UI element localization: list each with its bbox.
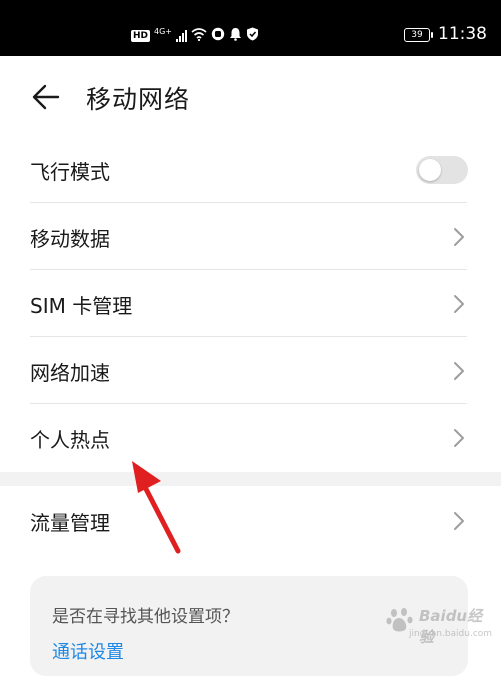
- settings-list: 飞行模式 移动数据 SIM 卡管理 网络加速 个人热点: [0, 136, 501, 471]
- page-title: 移动网络: [86, 85, 191, 114]
- status-bar: HD 4G+ 39 11:38: [0, 0, 501, 56]
- data-usage-management-label: 流量管理: [30, 511, 110, 535]
- signal-icon: [176, 29, 188, 42]
- back-arrow-icon[interactable]: [32, 84, 60, 110]
- airplane-mode-label: 飞行模式: [30, 160, 110, 184]
- sim-card-management-label: SIM 卡管理: [30, 294, 133, 318]
- shield-icon: [246, 27, 259, 44]
- chevron-right-icon: [454, 295, 464, 313]
- network-acceleration-row[interactable]: 网络加速: [0, 337, 501, 404]
- watermark-text: Baidu经验: [419, 607, 483, 646]
- personal-hotspot-row[interactable]: 个人热点: [0, 404, 501, 471]
- airplane-mode-toggle[interactable]: [416, 156, 468, 184]
- annotation-arrow-icon: [132, 461, 181, 554]
- page-header: 移动网络: [0, 56, 501, 146]
- wifi-icon: [191, 27, 207, 44]
- notification-bell-icon: [229, 27, 242, 44]
- baidu-watermark: Baidu经验 jingyan.baidu.com: [385, 603, 495, 647]
- section-gap: [0, 472, 501, 486]
- chevron-right-icon: [454, 512, 464, 530]
- status-icons: HD 4G+: [131, 27, 259, 44]
- data-usage-management-row[interactable]: 流量管理: [0, 486, 501, 553]
- toggle-knob: [419, 159, 441, 181]
- airplane-mode-row[interactable]: 飞行模式: [0, 136, 501, 203]
- status-right: 39 11:38: [404, 26, 487, 43]
- hand-icon: [211, 27, 225, 44]
- battery-icon: 39: [404, 27, 433, 42]
- personal-hotspot-label: 个人热点: [30, 428, 110, 452]
- sim-card-management-row[interactable]: SIM 卡管理: [0, 270, 501, 337]
- chevron-right-icon: [454, 429, 464, 447]
- clock: 11:38: [438, 24, 487, 44]
- call-settings-link[interactable]: 通话设置: [52, 638, 124, 664]
- watermark-url: jingyan.baidu.com: [409, 629, 493, 639]
- hd-badge: HD: [131, 29, 151, 42]
- mobile-data-label: 移动数据: [30, 227, 110, 251]
- chevron-right-icon: [454, 362, 464, 380]
- suggestion-question: 是否在寻找其他设置项？: [52, 607, 239, 627]
- network-type: 4G+: [154, 26, 173, 36]
- mobile-data-row[interactable]: 移动数据: [0, 203, 501, 270]
- chevron-right-icon: [454, 228, 464, 246]
- network-acceleration-label: 网络加速: [30, 361, 110, 385]
